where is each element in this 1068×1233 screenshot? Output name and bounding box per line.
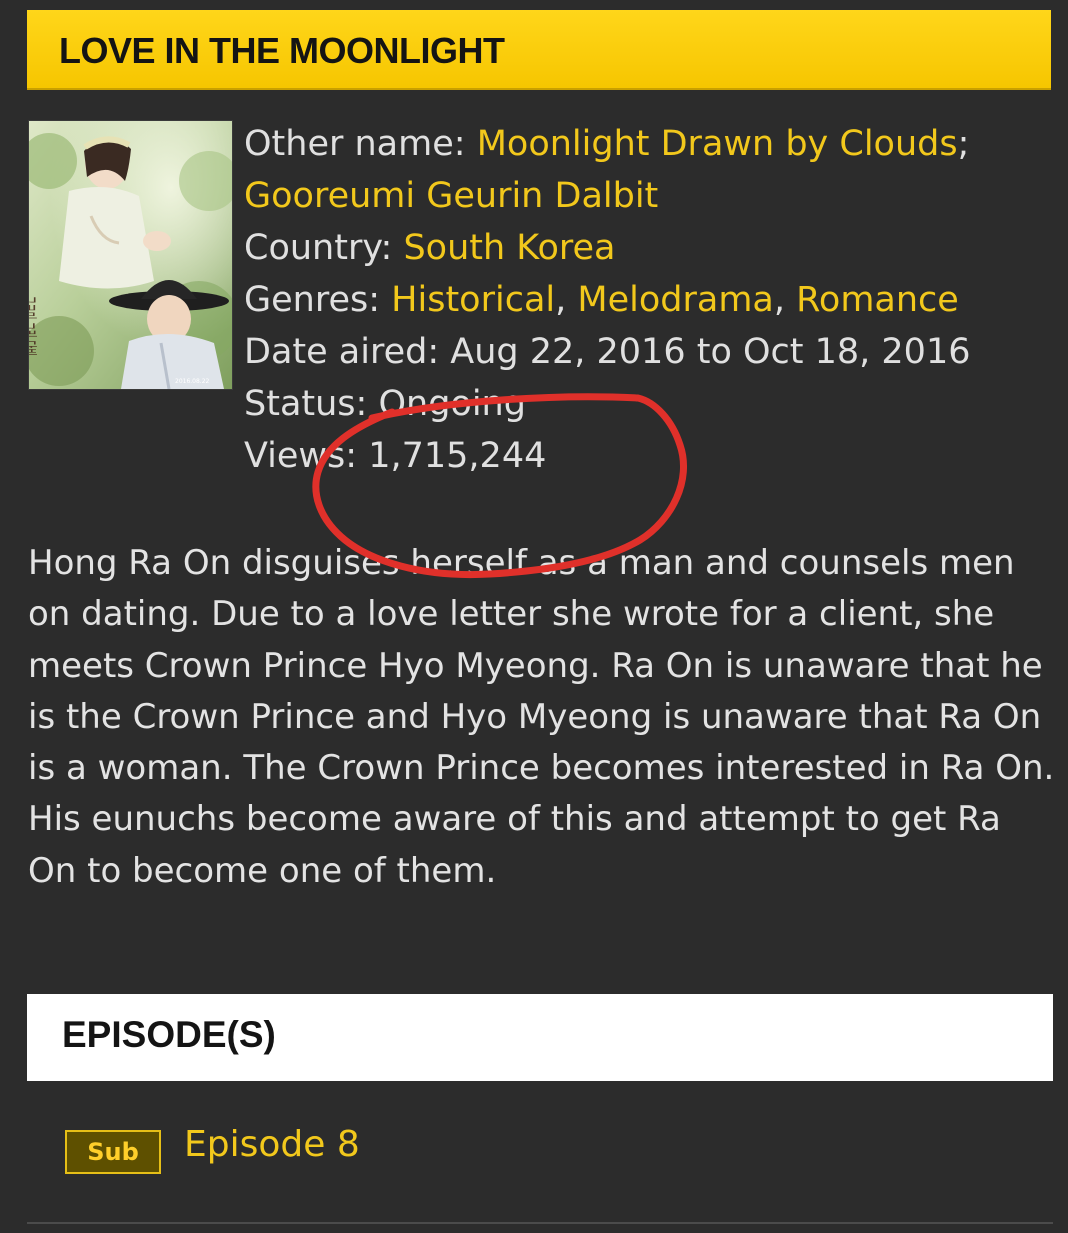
episodes-header: EPISODE(S)	[27, 994, 1053, 1081]
drama-info: Other name: Moonlight Drawn by Clouds; G…	[244, 118, 970, 482]
country-link[interactable]: South Korea	[403, 228, 615, 268]
episode-link[interactable]: Episode 8	[184, 1124, 360, 1165]
date-aired-row: Date aired: Aug 22, 2016 to Oct 18, 2016	[244, 326, 970, 378]
genre-comma-2: ,	[773, 280, 786, 320]
status-value: Ongoing	[378, 384, 526, 424]
genres-row: Genres: Historical, Melodrama, Romance	[244, 274, 970, 326]
date-aired-value: Aug 22, 2016 to Oct 18, 2016	[450, 332, 971, 372]
episodes-header-title: EPISODE(S)	[62, 1014, 276, 1055]
other-name-separator: ;	[957, 124, 970, 164]
title-bar: LOVE IN THE MOONLIGHT	[27, 10, 1051, 90]
views-row: Views: 1,715,244	[244, 430, 970, 482]
poster-date: 2016.08.22	[175, 378, 210, 385]
other-name-row-2: Gooreumi Geurin Dalbit	[244, 170, 970, 222]
other-name-label: Other name:	[244, 124, 466, 164]
date-aired-label: Date aired:	[244, 332, 440, 372]
status-row: Status: Ongoing	[244, 378, 970, 430]
genre-comma-1: ,	[555, 280, 567, 320]
other-name-row: Other name: Moonlight Drawn by Clouds;	[244, 118, 970, 170]
drama-description: Hong Ra On disguises herself as a man an…	[28, 543, 1055, 891]
genre-link-romance[interactable]: Romance	[796, 280, 959, 320]
status-label: Status:	[244, 384, 368, 424]
other-name-link-1[interactable]: Moonlight Drawn by Clouds	[477, 124, 958, 164]
page-title: LOVE IN THE MOONLIGHT	[59, 30, 505, 71]
country-row: Country: South Korea	[244, 222, 970, 274]
views-label: Views:	[244, 436, 358, 476]
genres-label: Genres:	[244, 280, 381, 320]
drama-poster-image[interactable]: 구르미 그린 달빛 2016.08.22	[28, 120, 233, 390]
poster-calligraphy: 구르미 그린 달빛	[29, 296, 39, 356]
views-value: 1,715,244	[368, 436, 547, 476]
episode-list-item[interactable]: Sub Episode 8	[27, 1100, 1053, 1224]
genre-link-melodrama[interactable]: Melodrama	[577, 280, 773, 320]
genre-link-historical[interactable]: Historical	[391, 280, 555, 320]
sub-badge: Sub	[65, 1130, 161, 1174]
other-name-link-2[interactable]: Gooreumi Geurin Dalbit	[244, 176, 658, 216]
country-label: Country:	[244, 228, 393, 268]
